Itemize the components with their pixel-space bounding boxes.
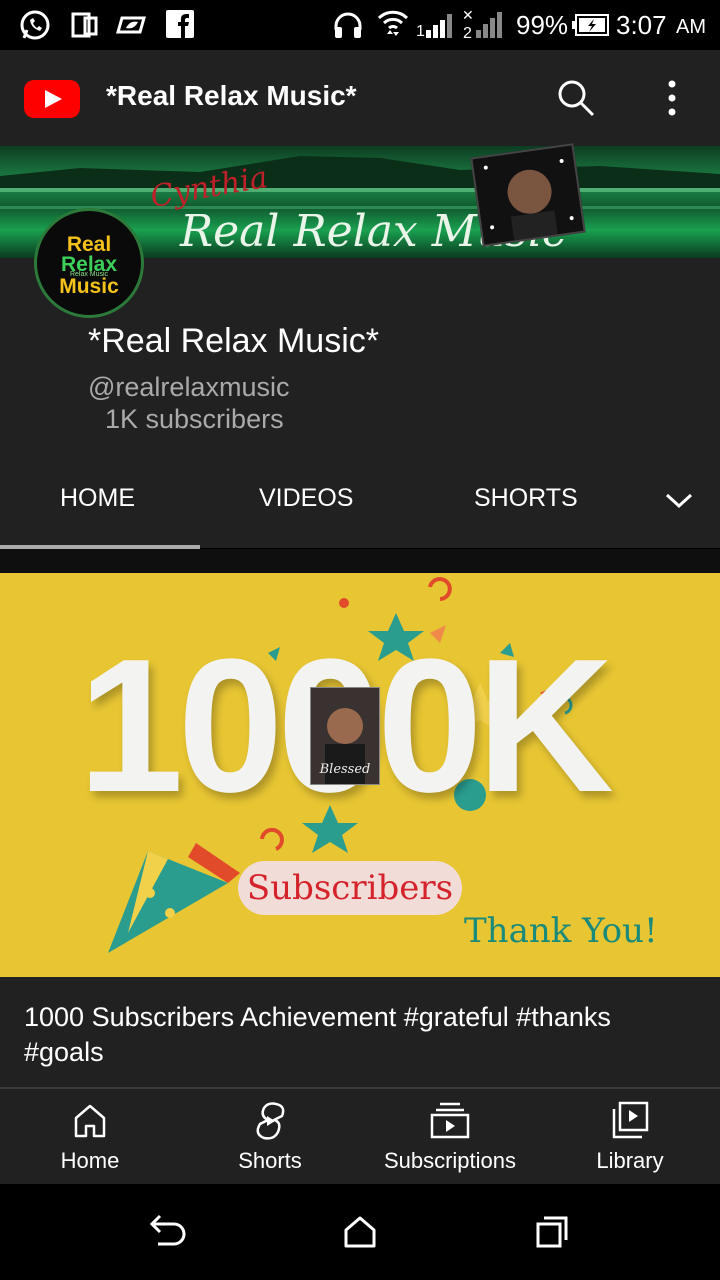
facebook-icon [166,10,194,43]
nav-shorts[interactable] [180,1100,360,1147]
leaf-icon [114,10,150,45]
chevron-down-icon[interactable] [664,490,694,515]
svg-text:✕: ✕ [462,7,474,23]
book-icon [70,10,100,45]
nav-subscriptions[interactable] [360,1100,540,1145]
svg-text:1: 1 [416,23,425,40]
clock: 3:07 [616,10,667,40]
nav-library[interactable] [540,1100,720,1145]
clock-ampm: AM [676,16,706,38]
thumbnail-thank-you: Thank You! [464,911,658,951]
back-icon[interactable] [148,1212,188,1257]
headphones-icon [332,10,364,45]
home-outline-icon[interactable] [340,1212,380,1257]
svg-text:2: 2 [463,25,472,40]
banner-profile-photo [470,143,586,247]
avatar-text-real: Real [66,233,112,256]
more-vertical-icon[interactable] [664,80,680,121]
thumbnail-photo: Blessed [310,687,380,785]
app-bar-title: *Real Relax Music* [106,80,357,111]
channel-name: *Real Relax Music* [88,322,379,360]
battery-percent: 99% [516,10,569,40]
nav-home-label: Home [60,1148,120,1173]
nav-library-label: Library [596,1148,664,1173]
nav-shorts-label: Shorts [238,1148,302,1173]
nav-subscriptions-label: Subscriptions [383,1148,517,1173]
whatsapp-icon [18,8,52,47]
shorts-icon [250,1102,290,1146]
video-thumbnail[interactable]: 1000K Blessed Subscribers Thank You! [0,573,720,977]
avatar-text-music: Music [59,275,119,298]
search-icon[interactable] [556,78,596,123]
section-gap [0,549,720,573]
subscriber-count: 1K subscribers [105,404,284,434]
thumbnail-subscribers-badge: Subscribers [238,861,462,915]
thumbnail-photo-caption: Blessed [319,762,371,777]
channel-handle: @realrelaxmusic [88,372,290,402]
video-title[interactable]: 1000 Subscribers Achievement #grateful #… [24,1000,684,1070]
nav-home[interactable] [0,1100,180,1145]
wifi-icon [376,6,410,47]
battery-icon [572,14,610,41]
signal-2-icon: ✕ 2 [462,6,508,45]
tab-videos[interactable]: VIDEOS [259,484,353,513]
library-icon [610,1101,650,1144]
tab-home[interactable]: HOME [60,484,135,513]
channel-avatar[interactable]: Real Relax Relax Music Music [34,208,144,318]
recents-icon[interactable] [532,1212,572,1257]
tab-shorts[interactable]: SHORTS [474,484,578,513]
home-icon [70,1104,110,1144]
signal-1-icon: 1 [416,10,460,45]
status-bar: 1 ✕ 2 99% 3:07 AM [0,0,720,50]
subscriptions-icon [429,1102,471,1144]
youtube-logo[interactable] [24,80,80,118]
